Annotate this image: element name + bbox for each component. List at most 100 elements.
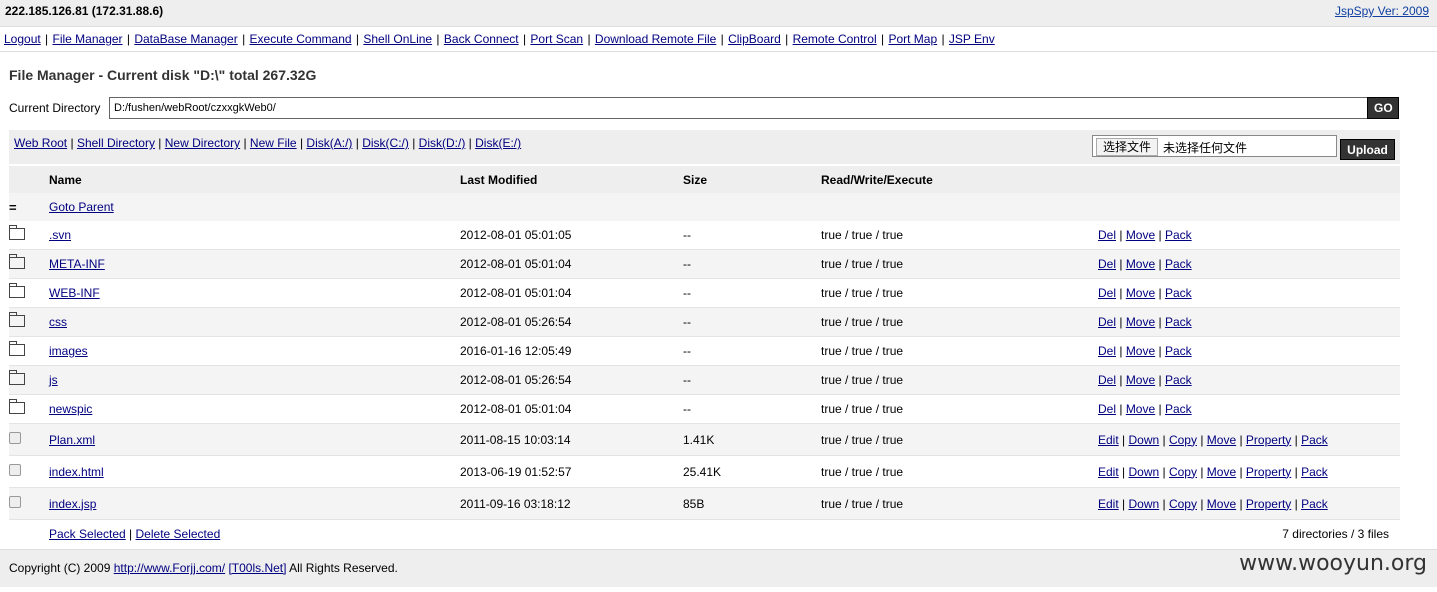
del-dir-link[interactable]: Del [1098, 315, 1116, 329]
menu-port-map[interactable]: Port Map [888, 32, 937, 46]
action-separator: | [1159, 432, 1169, 447]
dir-name-link[interactable]: META-INF [49, 257, 105, 271]
pack-file-link[interactable]: Pack [1301, 497, 1328, 511]
goto-parent-link[interactable]: Goto Parent [49, 200, 114, 214]
menu-clipboard[interactable]: ClipBoard [728, 32, 781, 46]
pack-dir-link[interactable]: Pack [1165, 257, 1192, 271]
menu-shell-online[interactable]: Shell OnLine [363, 32, 432, 46]
select-checkbox[interactable] [9, 496, 21, 508]
action-separator: | [1116, 315, 1126, 329]
property-file-link[interactable]: Property [1246, 497, 1291, 511]
pack-selected-link[interactable]: Pack Selected [49, 527, 126, 541]
row-actions: Del | Move | Pack [1098, 221, 1400, 250]
pack-dir-link[interactable]: Pack [1165, 286, 1192, 300]
pack-dir-link[interactable]: Pack [1165, 344, 1192, 358]
move-dir-link[interactable]: Move [1126, 228, 1155, 242]
pack-dir-link[interactable]: Pack [1165, 402, 1192, 416]
size: 25.41K [683, 455, 821, 488]
del-dir-link[interactable]: Del [1098, 257, 1116, 271]
down-file-link[interactable]: Down [1128, 465, 1159, 479]
pack-dir-link[interactable]: Pack [1165, 373, 1192, 387]
file-name-link[interactable]: index.html [49, 465, 104, 479]
action-separator: | [1155, 402, 1165, 416]
edit-file-link[interactable]: Edit [1098, 497, 1119, 511]
row-actions: Edit | Down | Copy | Move | Property | P… [1098, 423, 1400, 456]
menu-separator: | [938, 32, 948, 46]
move-file-link[interactable]: Move [1207, 433, 1236, 447]
t00ls-link[interactable]: [T00ls.Net] [228, 561, 286, 575]
disk-d-link[interactable]: Disk(D:/) [419, 136, 466, 150]
rwx: true / true / true [821, 394, 1098, 424]
action-separator: | [1155, 286, 1165, 300]
file-name-link[interactable]: Plan.xml [49, 433, 95, 447]
size: 1.41K [683, 423, 821, 456]
menu-jsp-env[interactable]: JSP Env [949, 32, 995, 46]
dir-name-link[interactable]: js [49, 373, 58, 387]
forjj-link[interactable]: http://www.Forjj.com/ [114, 561, 225, 575]
del-dir-link[interactable]: Del [1098, 228, 1116, 242]
copy-file-link[interactable]: Copy [1169, 465, 1197, 479]
upload-button[interactable]: Upload [1340, 139, 1395, 160]
pack-dir-link[interactable]: Pack [1165, 315, 1192, 329]
del-dir-link[interactable]: Del [1098, 286, 1116, 300]
select-checkbox[interactable] [9, 432, 21, 444]
version-link[interactable]: JspSpy Ver: 2009 [1335, 4, 1429, 18]
disk-e-link[interactable]: Disk(E:/) [475, 136, 521, 150]
select-checkbox[interactable] [9, 464, 21, 476]
choose-file-button[interactable]: 选择文件 [1096, 138, 1159, 156]
move-dir-link[interactable]: Move [1126, 373, 1155, 387]
dir-name-link[interactable]: images [49, 344, 88, 358]
menu-back-connect[interactable]: Back Connect [444, 32, 519, 46]
property-file-link[interactable]: Property [1246, 465, 1291, 479]
delete-selected-link[interactable]: Delete Selected [136, 527, 221, 541]
menu-database-manager[interactable]: DataBase Manager [134, 32, 237, 46]
summary-text: 7 directories / 3 files [1098, 519, 1400, 548]
pack-file-link[interactable]: Pack [1301, 465, 1328, 479]
menu-download-remote-file[interactable]: Download Remote File [595, 32, 716, 46]
menu-logout[interactable]: Logout [4, 32, 41, 46]
move-dir-link[interactable]: Move [1126, 257, 1155, 271]
web-root-link[interactable]: Web Root [14, 136, 67, 150]
copy-file-link[interactable]: Copy [1169, 433, 1197, 447]
size: -- [683, 221, 821, 250]
disk-a-link[interactable]: Disk(A:/) [306, 136, 352, 150]
down-file-link[interactable]: Down [1128, 433, 1159, 447]
move-dir-link[interactable]: Move [1126, 286, 1155, 300]
new-file-link[interactable]: New File [250, 136, 297, 150]
dir-name-link[interactable]: WEB-INF [49, 286, 100, 300]
copy-file-link[interactable]: Copy [1169, 497, 1197, 511]
table-row: newspic 2012-08-01 05:01:04 -- true / true … [9, 394, 1400, 424]
shell-directory-link[interactable]: Shell Directory [77, 136, 155, 150]
disk-c-link[interactable]: Disk(C:/) [362, 136, 409, 150]
edit-file-link[interactable]: Edit [1098, 465, 1119, 479]
move-file-link[interactable]: Move [1207, 465, 1236, 479]
dir-name-link[interactable]: newspic [49, 402, 92, 416]
row-actions: Del | Move | Pack [1098, 249, 1400, 279]
menu-port-scan[interactable]: Port Scan [530, 32, 583, 46]
rwx: true / true / true [821, 307, 1098, 337]
dir-name-link[interactable]: css [49, 315, 67, 329]
down-file-link[interactable]: Down [1128, 497, 1159, 511]
menu-execute-command[interactable]: Execute Command [250, 32, 352, 46]
table-row: WEB-INF 2012-08-01 05:01:04 -- true / true … [9, 278, 1400, 308]
menu-file-manager[interactable]: File Manager [53, 32, 123, 46]
row-actions: Edit | Down | Copy | Move | Property | P… [1098, 487, 1400, 520]
move-dir-link[interactable]: Move [1126, 344, 1155, 358]
del-dir-link[interactable]: Del [1098, 373, 1116, 387]
pack-file-link[interactable]: Pack [1301, 433, 1328, 447]
file-name-link[interactable]: index.jsp [49, 497, 96, 511]
pack-dir-link[interactable]: Pack [1165, 228, 1192, 242]
file-upload-input[interactable]: 选择文件 未选择任何文件 [1092, 135, 1337, 157]
current-directory-input[interactable]: D:/fushen/webRoot/czxxgkWeb0/ [109, 97, 1376, 119]
go-button[interactable]: GO [1367, 97, 1399, 119]
property-file-link[interactable]: Property [1246, 433, 1291, 447]
dir-name-link[interactable]: .svn [49, 228, 71, 242]
move-dir-link[interactable]: Move [1126, 315, 1155, 329]
menu-remote-control[interactable]: Remote Control [793, 32, 877, 46]
edit-file-link[interactable]: Edit [1098, 433, 1119, 447]
move-dir-link[interactable]: Move [1126, 402, 1155, 416]
move-file-link[interactable]: Move [1207, 497, 1236, 511]
del-dir-link[interactable]: Del [1098, 344, 1116, 358]
new-directory-link[interactable]: New Directory [165, 136, 240, 150]
del-dir-link[interactable]: Del [1098, 402, 1116, 416]
